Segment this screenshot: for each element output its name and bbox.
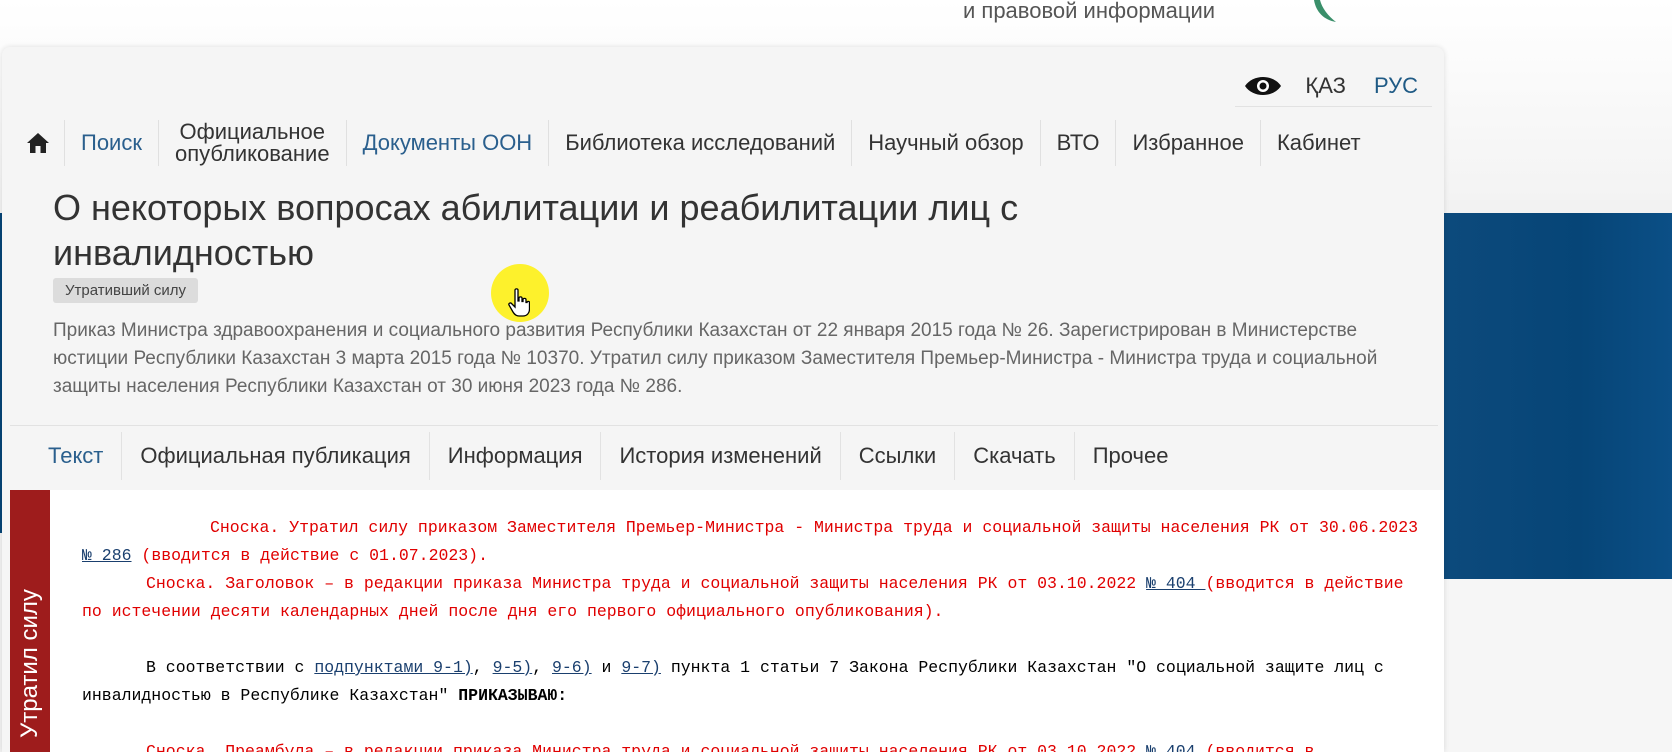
footnote-repeal-tail: (вводится в действие с 01.07.2023). [131, 546, 488, 565]
eye-icon[interactable] [1235, 74, 1291, 98]
main-nav: Поиск Официальное опубликование Документ… [14, 107, 1432, 179]
footnote-title-text: Сноска. Заголовок – в редакции приказа М… [146, 574, 1147, 593]
lang-kaz-link[interactable]: ҚАЗ [1291, 73, 1360, 99]
footnote-repeal-text: Сноска. Утратил силу приказом Заместител… [210, 518, 1418, 537]
footnote-preamble: Сноска. Преамбула – в редакции приказа М… [82, 738, 1422, 752]
nav-official-line1: Официальное [179, 119, 326, 144]
main-container: ҚАЗ РУС Поиск Официальное опубликование … [2, 47, 1444, 752]
link-order-286[interactable]: № 286 [82, 546, 132, 565]
separator: , [532, 658, 552, 677]
link-order-404-preamble[interactable]: № 404 [1146, 742, 1196, 752]
separator: , [472, 658, 493, 677]
nav-scientific-review[interactable]: Научный обзор [852, 120, 1041, 166]
tab-information[interactable]: Информация [430, 431, 602, 480]
link-subparagraph-9-5[interactable]: 9-5) [493, 658, 533, 677]
decor-blue-panel [1440, 213, 1672, 579]
footnote-title: Сноска. Заголовок – в редакции приказа М… [82, 570, 1422, 626]
document-title: О некоторых вопросах абилитации и реабил… [53, 187, 1019, 273]
decor-light-panel [1440, 579, 1672, 752]
footnote-preamble-text: Сноска. Преамбула – в редакции приказа М… [146, 742, 1147, 752]
footnote-preamble-tail: (вводится в [1195, 742, 1315, 752]
preamble-start: В соответствии с [146, 658, 315, 677]
nav-official-publication[interactable]: Официальное опубликование [159, 120, 347, 166]
footnote-repeal: Сноска. Утратил силу приказом Заместител… [82, 514, 1422, 570]
repealed-ribbon: Утратил силу [10, 490, 50, 752]
separator: и [591, 658, 622, 677]
document-tabs: Текст Официальная публикация Информация … [10, 425, 1438, 485]
status-badge: Утративший силу [53, 278, 199, 303]
nav-wto[interactable]: ВТО [1041, 120, 1117, 166]
home-icon[interactable] [14, 120, 65, 166]
site-logo[interactable] [1310, 0, 1356, 26]
link-subparagraph-9-7[interactable]: 9-7) [621, 658, 661, 677]
language-bar: ҚАЗ РУС [1235, 65, 1432, 107]
tab-text[interactable]: Текст [10, 431, 123, 480]
document-text: Сноска. Утратил силу приказом Заместител… [82, 514, 1422, 752]
nav-research-library[interactable]: Библиотека исследований [549, 120, 853, 166]
tab-other[interactable]: Прочее [1075, 432, 1187, 480]
repealed-ribbon-label: Утратил силу [16, 589, 43, 738]
lang-rus-link[interactable]: РУС [1360, 73, 1432, 99]
link-subparagraph-9-6[interactable]: 9-6) [552, 658, 592, 677]
tab-change-history[interactable]: История изменений [601, 431, 841, 480]
site-header-text: и правовой информации [963, 0, 1216, 23]
nav-search[interactable]: Поиск [65, 120, 159, 166]
document-description: Приказ Министра здравоохранения и социал… [53, 320, 1378, 397]
tab-links[interactable]: Ссылки [841, 431, 956, 480]
nav-cabinet[interactable]: Кабинет [1261, 120, 1377, 166]
hand-cursor-icon [508, 288, 531, 323]
link-subparagraph-9-1[interactable]: подпунктами 9-1) [314, 658, 472, 677]
document-body: Утратил силу Сноска. Утратил силу приказ… [10, 490, 1444, 752]
tab-official-publication[interactable]: Официальная публикация [122, 431, 430, 480]
link-order-404[interactable]: № 404 [1146, 574, 1205, 593]
nav-un-documents[interactable]: Документы ООН [347, 120, 550, 166]
nav-favorites[interactable]: Избранное [1116, 120, 1261, 166]
preamble-order-word: ПРИКАЗЫВАЮ: [458, 686, 568, 705]
nav-official-line2: опубликование [174, 141, 330, 166]
tab-download[interactable]: Скачать [955, 431, 1075, 480]
preamble-paragraph: В соответствии с подпунктами 9-1), 9-5),… [82, 654, 1422, 710]
